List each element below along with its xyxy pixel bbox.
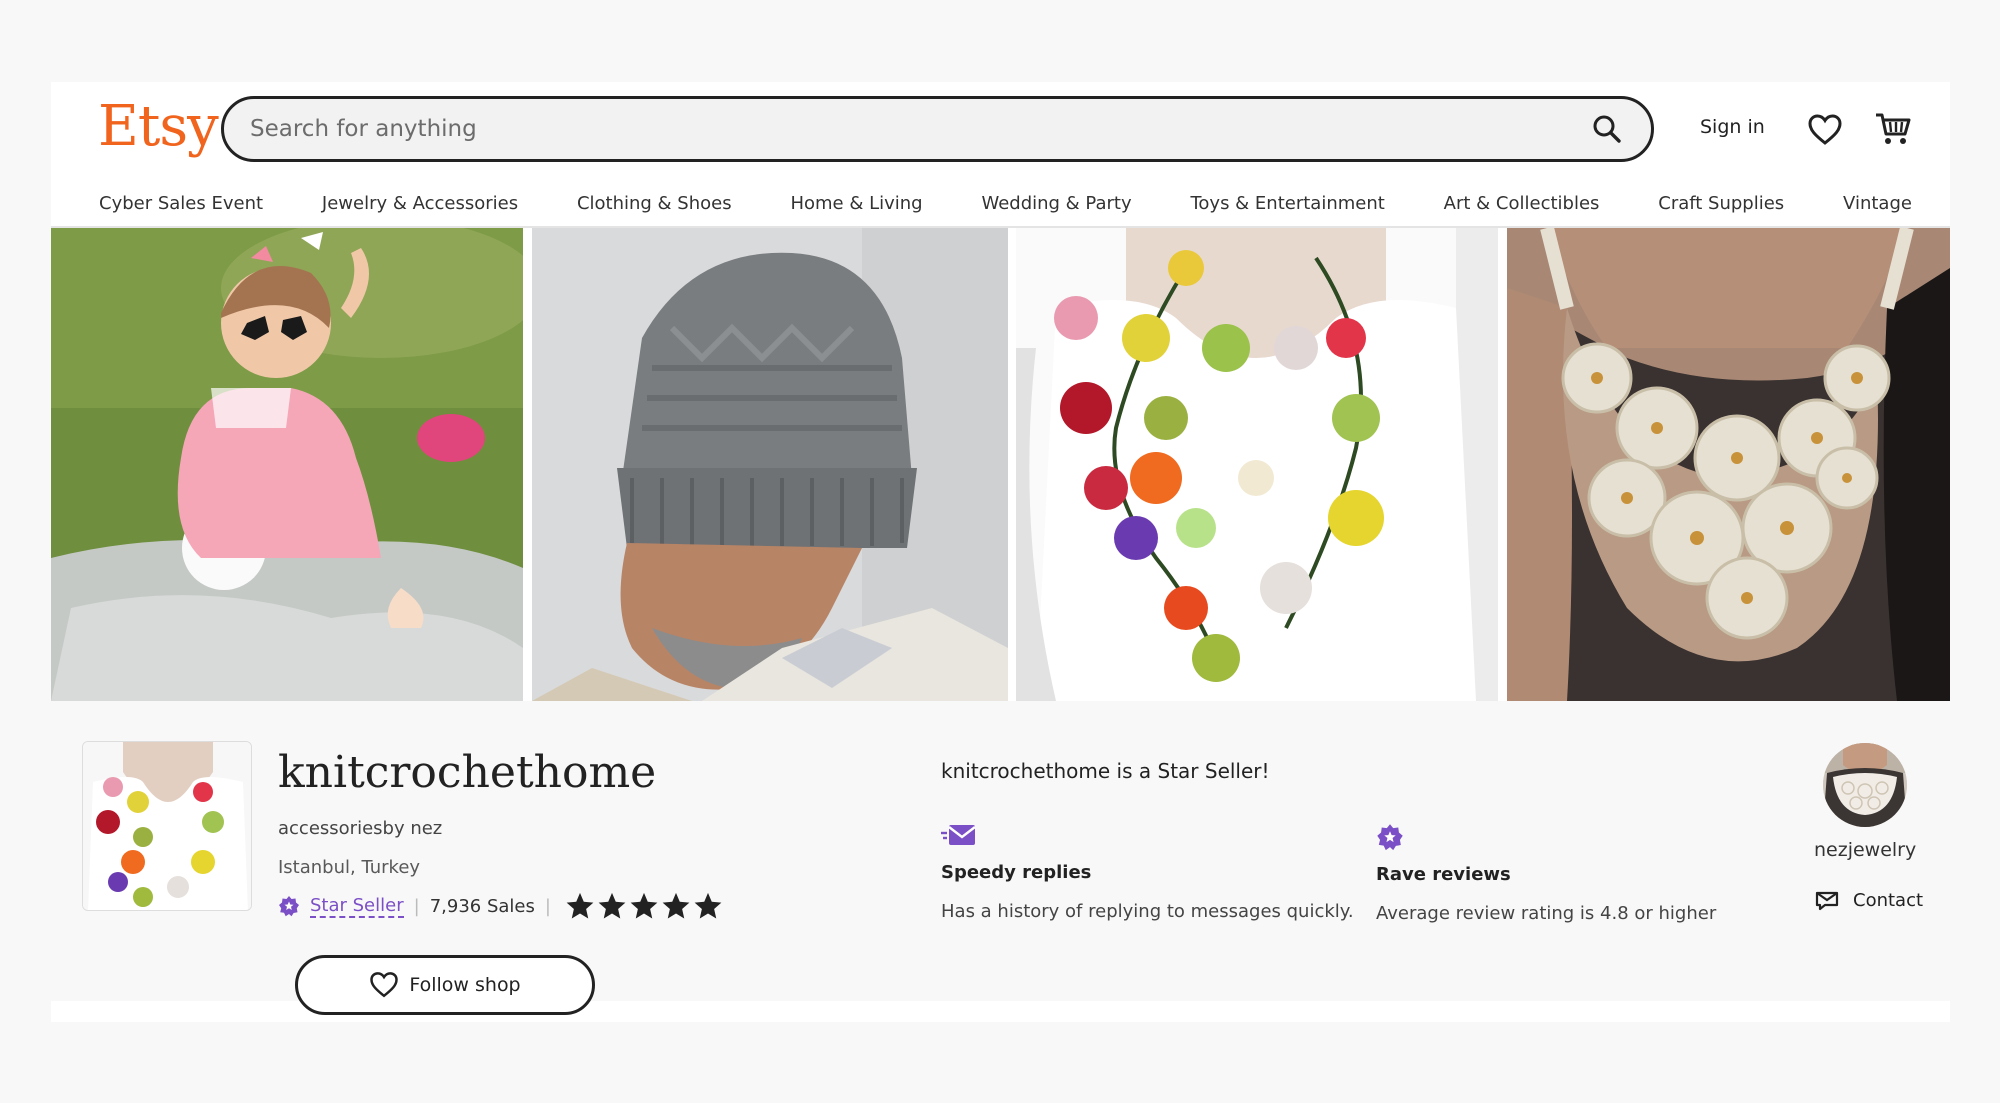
search-button[interactable] — [1587, 109, 1627, 149]
heart-icon — [370, 972, 399, 998]
favorites-button[interactable] — [1807, 112, 1843, 148]
sales-count: 7,936 Sales — [429, 895, 535, 917]
nav-wedding-party[interactable]: Wedding & Party — [981, 193, 1131, 214]
banner-photo-knit-hat — [532, 228, 1008, 701]
category-nav: Cyber Sales Event Jewelry & Accessories … — [51, 180, 1950, 228]
nav-clothing-shoes[interactable]: Clothing & Shoes — [577, 193, 732, 214]
rating-stars[interactable] — [565, 891, 725, 921]
envelope-fast-icon — [941, 825, 976, 845]
nav-home-living[interactable]: Home & Living — [790, 193, 922, 214]
heart-icon — [1808, 114, 1842, 145]
owner-name[interactable]: nezjewelry — [1814, 839, 1916, 861]
banner-photo-flower-necklace — [1016, 228, 1498, 701]
contact-label: Contact — [1853, 889, 1924, 911]
cart-icon — [1876, 113, 1911, 144]
feature-speedy-replies: Speedy replies Has a history of replying… — [941, 823, 1354, 922]
feature-title: Speedy replies — [941, 862, 1092, 883]
star-icon — [662, 892, 690, 919]
feature-title: Rave reviews — [1376, 864, 1511, 885]
star-badge-icon — [1377, 824, 1403, 851]
star-seller-badge-icon — [279, 896, 299, 917]
star-seller-link[interactable]: Star Seller — [310, 895, 404, 918]
shop-info-section: knitcrochethome accessoriesby nez Istanb… — [51, 701, 1950, 1015]
meta-separator: | — [544, 895, 551, 917]
shop-location: Istanbul, Turkey — [278, 857, 421, 878]
envelope-icon — [1815, 891, 1839, 911]
shop-name: knitcrochethome — [278, 747, 657, 798]
nav-vintage[interactable]: Vintage — [1843, 193, 1912, 214]
follow-shop-label: Follow shop — [409, 974, 521, 996]
contact-button[interactable]: Contact — [1815, 889, 1923, 911]
site-header: Etsy Sign in — [51, 82, 1950, 228]
owner-avatar[interactable] — [1823, 743, 1907, 827]
cart-button[interactable] — [1874, 110, 1912, 148]
shop-icon-image[interactable] — [82, 741, 252, 911]
meta-separator: | — [413, 895, 420, 917]
star-icon — [598, 892, 626, 919]
banner-photo-lace-necklace — [1507, 228, 1950, 701]
feature-rave-reviews: Rave reviews Average review rating is 4.… — [1376, 823, 1716, 924]
nav-art-collectibles[interactable]: Art & Collectibles — [1444, 193, 1600, 214]
shop-meta-row: Star Seller | 7,936 Sales | — [278, 891, 725, 921]
search-bar — [221, 96, 1654, 162]
page: Etsy Sign in — [51, 82, 1950, 1022]
nav-jewelry-accessories[interactable]: Jewelry & Accessories — [322, 193, 518, 214]
nav-toys-entertainment[interactable]: Toys & Entertainment — [1190, 193, 1384, 214]
star-icon — [566, 892, 594, 919]
search-input[interactable] — [250, 116, 1587, 142]
search-icon — [1593, 115, 1621, 143]
star-seller-title: knitcrochethome is a Star Seller! — [941, 759, 1270, 783]
shop-subtitle: accessoriesby nez — [278, 818, 443, 839]
banner-photo-baby-dress — [51, 228, 523, 701]
feature-description: Has a history of replying to messages qu… — [941, 901, 1354, 922]
etsy-logo[interactable]: Etsy — [98, 94, 219, 159]
sign-in-link[interactable]: Sign in — [1700, 116, 1765, 138]
nav-craft-supplies[interactable]: Craft Supplies — [1658, 193, 1784, 214]
shop-banner — [51, 228, 1950, 701]
nav-cyber-sales-event[interactable]: Cyber Sales Event — [99, 193, 263, 214]
star-icon — [694, 892, 722, 919]
follow-shop-button[interactable]: Follow shop — [295, 955, 595, 1015]
feature-description: Average review rating is 4.8 or higher — [1376, 903, 1717, 924]
star-icon — [630, 892, 658, 919]
